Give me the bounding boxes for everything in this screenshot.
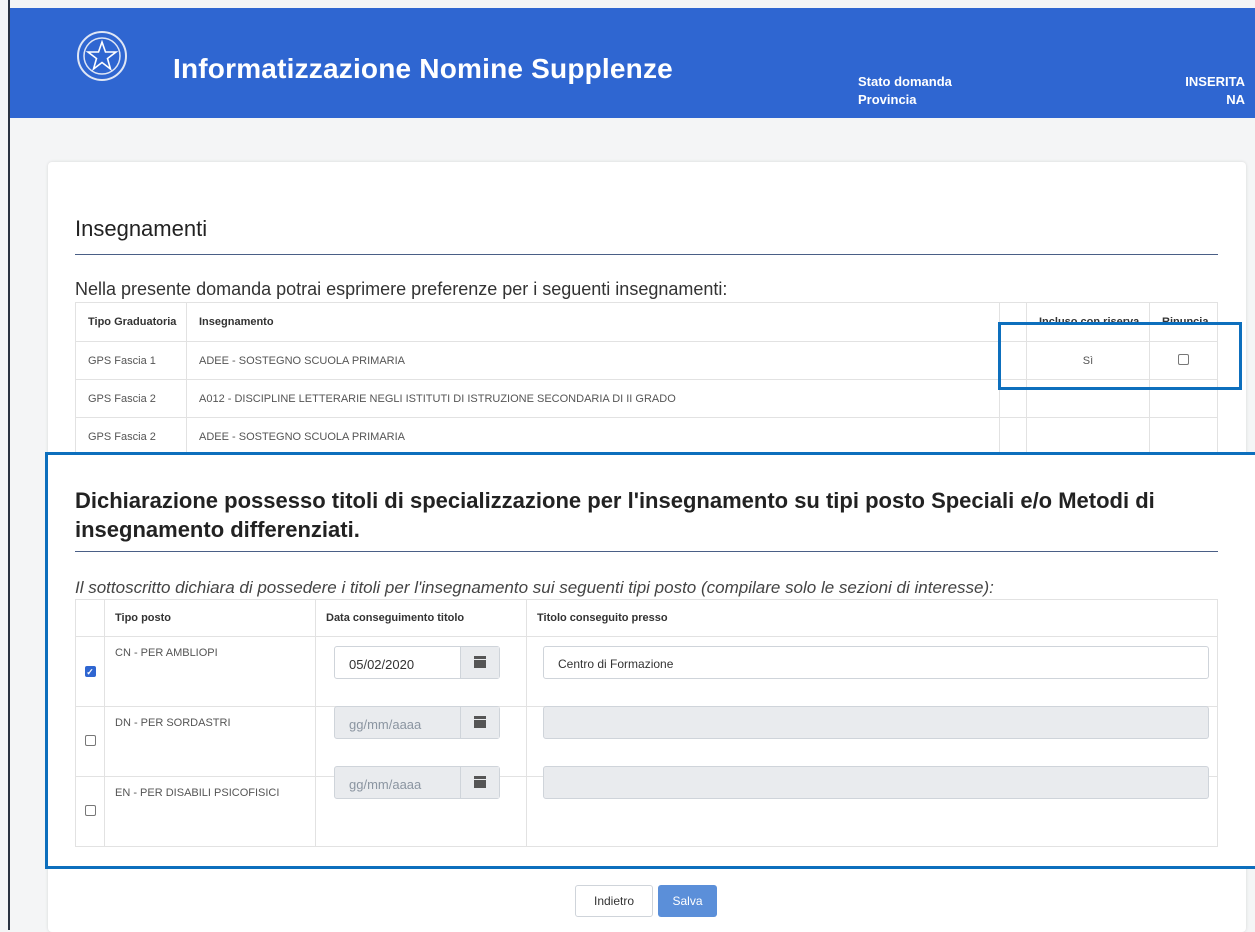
row-tipo: GPS Fascia 1 [75, 341, 187, 380]
col-tipo-posto: Tipo posto [104, 599, 316, 637]
row-riserva [1026, 417, 1150, 456]
col-select [75, 599, 105, 637]
dichiarazione-intro: Il sottoscritto dichiara di possedere i … [75, 578, 994, 597]
emblem-icon [77, 31, 127, 81]
insegnamenti-title: Insegnamenti [75, 216, 208, 241]
row-insegnamento: A012 - DISCIPLINE LETTERARIE NEGLI ISTIT… [186, 379, 1000, 418]
date-value: 05/02/2020 [349, 657, 415, 672]
presso-value: Centro di Formazione [558, 657, 674, 671]
date-input[interactable]: 05/02/2020 [334, 646, 500, 679]
calendar-button[interactable] [460, 647, 499, 678]
col-insegnamento: Insegnamento [186, 302, 1000, 342]
calendar-icon [474, 656, 486, 668]
stato-value: INSERITA [1185, 74, 1245, 89]
date-placeholder: gg/mm/aaaa [349, 717, 422, 732]
table-header-row: Tipo posto Data conseguimento titolo Tit… [75, 599, 1218, 637]
row-tipo-posto: DN - PER SORDASTRI [104, 706, 316, 777]
row-empty [999, 417, 1027, 456]
col-data: Data conseguimento titolo [315, 599, 527, 637]
select-checkbox[interactable] [84, 804, 96, 816]
calendar-button[interactable] [460, 707, 499, 738]
col-tipo-graduatoria: Tipo Graduatoria [75, 302, 187, 342]
table-row: GPS Fascia 2 ADEE - SOSTEGNO SCUOLA PRIM… [75, 417, 1218, 456]
date-placeholder: gg/mm/aaaa [349, 777, 422, 792]
provincia-value: NA [1226, 92, 1245, 107]
back-button[interactable]: Indietro [575, 885, 653, 917]
tipo-posto-label: EN - PER DISABILI PSICOFISICI [115, 787, 280, 799]
dichiarazione-title: Dichiarazione possesso titoli di special… [75, 488, 1155, 542]
window-edge [8, 0, 10, 930]
row-tipo-posto: EN - PER DISABILI PSICOFISICI [104, 776, 316, 847]
save-button[interactable]: Salva [658, 885, 717, 917]
stato-label: Stato domanda [858, 74, 952, 89]
calendar-button[interactable] [460, 767, 499, 798]
section-divider [75, 551, 1218, 552]
tipo-posto-label: DN - PER SORDASTRI [115, 717, 231, 729]
presso-input[interactable] [543, 766, 1209, 799]
app-title: Informatizzazione Nomine Supplenze [173, 53, 673, 84]
date-input[interactable]: gg/mm/aaaa [334, 706, 500, 739]
row-tipo: GPS Fascia 2 [75, 379, 187, 418]
row-insegnamento: ADEE - SOSTEGNO SCUOLA PRIMARIA [186, 417, 1000, 456]
presso-input[interactable]: Centro di Formazione [543, 646, 1209, 679]
calendar-icon [474, 716, 486, 728]
presso-input[interactable] [543, 706, 1209, 739]
rinuncia-cell [1149, 417, 1218, 456]
app-header: Informatizzazione Nomine Supplenze Stato… [10, 8, 1255, 118]
row-insegnamento: ADEE - SOSTEGNO SCUOLA PRIMARIA [186, 341, 1000, 380]
select-cell: ✓ [75, 636, 105, 707]
select-checkbox[interactable] [84, 734, 96, 746]
col-presso: Titolo conseguito presso [526, 599, 1218, 637]
row-tipo-posto: CN - PER AMBLIOPI [104, 636, 316, 707]
row-tipo: GPS Fascia 2 [75, 417, 187, 456]
calendar-icon [474, 776, 486, 788]
select-cell [75, 706, 105, 777]
insegnamenti-intro: Nella presente domanda potrai esprimere … [75, 279, 728, 299]
provincia-label: Provincia [858, 92, 917, 107]
title-divider [75, 254, 1218, 255]
select-checkbox[interactable]: ✓ [84, 665, 96, 677]
date-input[interactable]: gg/mm/aaaa [334, 766, 500, 799]
tipo-posto-label: CN - PER AMBLIOPI [115, 647, 218, 659]
select-cell [75, 776, 105, 847]
highlight-box-riserva [998, 322, 1242, 390]
